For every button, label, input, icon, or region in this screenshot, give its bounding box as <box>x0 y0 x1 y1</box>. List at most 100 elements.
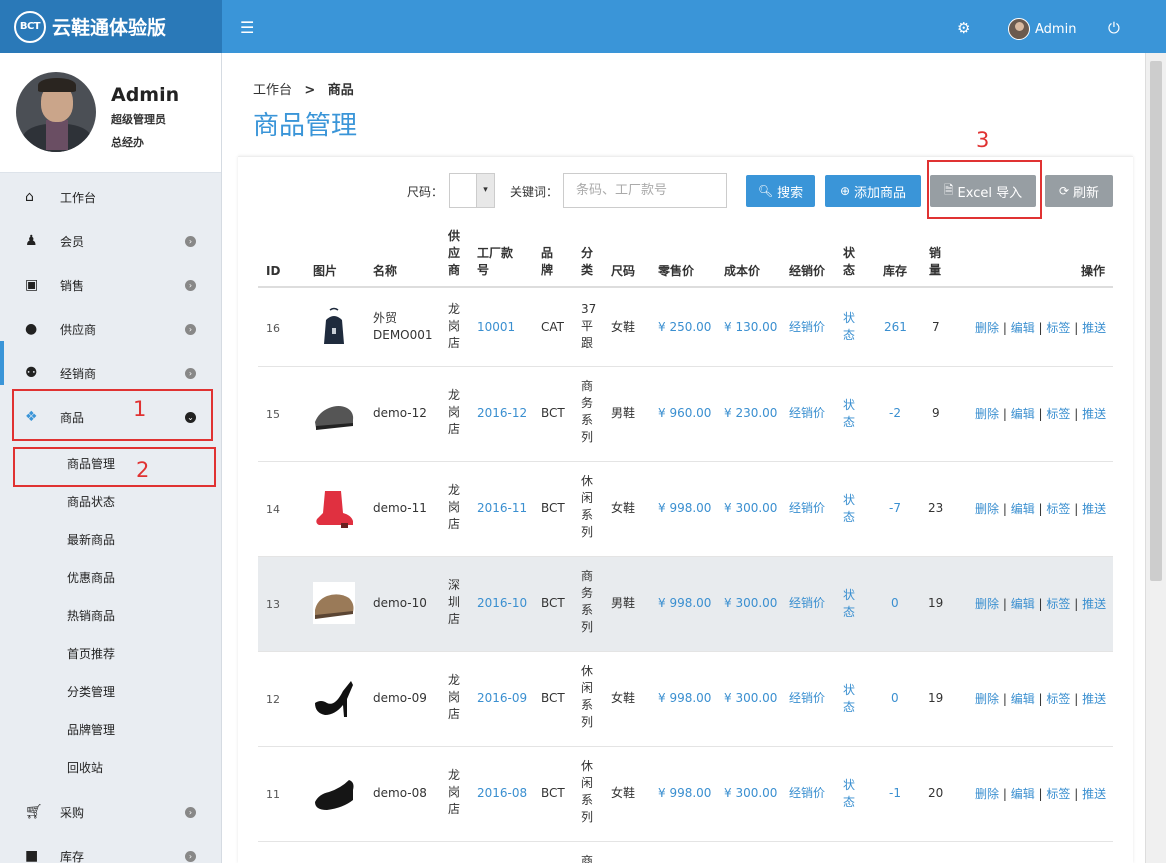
scrollbar-thumb[interactable] <box>1150 61 1162 581</box>
tag-link[interactable]: 标签 <box>1046 321 1070 335</box>
cell-dealer[interactable]: 经销价 <box>789 405 825 422</box>
delete-link[interactable]: 删除 <box>975 787 999 801</box>
tag-link[interactable]: 标签 <box>1046 597 1070 611</box>
row-actions: 删除 | 编辑 | 标签 | 推送 <box>975 321 1107 335</box>
top-user-name[interactable]: Admin <box>1035 22 1076 37</box>
cell-cost[interactable]: ¥ 230.00 <box>724 405 777 422</box>
cell-factory-no[interactable]: 2016-08 <box>477 785 527 802</box>
cell-retail[interactable]: ¥ 998.00 <box>658 785 711 802</box>
cell-stock[interactable]: -1 <box>889 785 901 802</box>
sidebar-item-dashboard[interactable]: ⌂ 工作台 <box>0 175 222 219</box>
keyword-input[interactable] <box>563 173 727 208</box>
sidebar-sub-discount-goods[interactable]: 优惠商品 <box>67 569 115 586</box>
delete-link[interactable]: 删除 <box>975 597 999 611</box>
push-link[interactable]: 推送 <box>1082 321 1106 335</box>
delete-link[interactable]: 删除 <box>975 321 999 335</box>
push-link[interactable]: 推送 <box>1082 597 1106 611</box>
sidebar-sub-goods-status[interactable]: 商品状态 <box>67 493 115 510</box>
cell-status[interactable]: 状态 <box>843 397 855 431</box>
cell-retail[interactable]: ¥ 250.00 <box>658 319 711 336</box>
annotation-box-3 <box>927 160 1042 219</box>
search-button[interactable]: 🔍︎ 搜索 <box>746 175 815 207</box>
breadcrumb-home[interactable]: 工作台 <box>253 83 292 98</box>
sidebar-item-sales[interactable]: ▣ 销售 › <box>0 263 222 307</box>
cell-status[interactable]: 状态 <box>843 587 855 621</box>
add-goods-button-label: 添加商品 <box>854 185 907 201</box>
edit-link[interactable]: 编辑 <box>1011 502 1035 516</box>
power-icon[interactable]: ⏻ <box>1108 19 1120 37</box>
cell-status[interactable]: 状态 <box>843 310 855 344</box>
push-link[interactable]: 推送 <box>1082 787 1106 801</box>
tag-link[interactable]: 标签 <box>1046 692 1070 706</box>
sidebar-sub-new-goods[interactable]: 最新商品 <box>67 531 115 548</box>
edit-link[interactable]: 编辑 <box>1011 692 1035 706</box>
delete-link[interactable]: 删除 <box>975 502 999 516</box>
cell-retail[interactable]: ¥ 998.00 <box>658 595 711 612</box>
cell-dealer[interactable]: 经销价 <box>789 319 825 336</box>
tag-link[interactable]: 标签 <box>1046 502 1070 516</box>
sidebar-item-supplier[interactable]: ● 供应商 › <box>0 307 222 351</box>
tag-link[interactable]: 标签 <box>1046 407 1070 421</box>
page-scrollbar[interactable] <box>1145 53 1166 863</box>
row-divider <box>258 841 1113 842</box>
edit-link[interactable]: 编辑 <box>1011 787 1035 801</box>
product-thumbnail[interactable] <box>313 582 355 624</box>
sidebar-sub-hot-goods[interactable]: 热销商品 <box>67 607 115 624</box>
row-actions: 删除 | 编辑 | 标签 | 推送 <box>975 407 1107 421</box>
cell-stock[interactable]: -2 <box>889 405 901 422</box>
cell-dealer[interactable]: 经销价 <box>789 785 825 802</box>
sidebar-item-stock[interactable]: ■ 库存 › <box>0 834 222 863</box>
cell-stock[interactable]: -7 <box>889 500 901 517</box>
sidebar-sub-recycle[interactable]: 回收站 <box>67 759 103 776</box>
cell-dealer[interactable]: 经销价 <box>789 500 825 517</box>
delete-link[interactable]: 删除 <box>975 692 999 706</box>
sidebar-sub-category[interactable]: 分类管理 <box>67 683 115 700</box>
sidebar-item-label: 工作台 <box>60 190 97 205</box>
cell-factory-no[interactable]: 10001 <box>477 319 515 336</box>
edit-link[interactable]: 编辑 <box>1011 321 1035 335</box>
app-logo[interactable]: BCT 云鞋通体验版 <box>0 0 222 53</box>
cell-status[interactable]: 状态 <box>843 682 855 716</box>
cell-stock[interactable]: 0 <box>891 690 899 707</box>
cell-retail[interactable]: ¥ 960.00 <box>658 405 711 422</box>
cell-stock[interactable]: 0 <box>891 595 899 612</box>
sidebar-item-purchase[interactable]: 🛒︎ 采购 › <box>0 790 222 834</box>
push-link[interactable]: 推送 <box>1082 407 1106 421</box>
cell-cost[interactable]: ¥ 300.00 <box>724 500 777 517</box>
cell-factory-no[interactable]: 2016-12 <box>477 405 527 422</box>
edit-link[interactable]: 编辑 <box>1011 407 1035 421</box>
cell-factory-no[interactable]: 2016-09 <box>477 690 527 707</box>
user-avatar[interactable] <box>1008 18 1030 40</box>
cell-factory-no[interactable]: 2016-10 <box>477 595 527 612</box>
sidebar-item-member[interactable]: ♟ 会员 › <box>0 219 222 263</box>
cell-retail[interactable]: ¥ 998.00 <box>658 690 711 707</box>
size-select[interactable]: ▾ <box>449 173 495 208</box>
sidebar-sub-brand[interactable]: 品牌管理 <box>67 721 115 738</box>
product-thumbnail[interactable] <box>313 306 355 348</box>
cell-cost[interactable]: ¥ 300.00 <box>724 595 777 612</box>
push-link[interactable]: 推送 <box>1082 692 1106 706</box>
cell-cost[interactable]: ¥ 300.00 <box>724 785 777 802</box>
cell-dealer[interactable]: 经销价 <box>789 690 825 707</box>
sidebar-sub-home-recommend[interactable]: 首页推荐 <box>67 645 115 662</box>
add-goods-button[interactable]: ⊕ 添加商品 <box>825 175 921 207</box>
cell-factory-no[interactable]: 2016-11 <box>477 500 527 517</box>
cell-status[interactable]: 状态 <box>843 492 855 526</box>
refresh-button[interactable]: ⟳ 刷新 <box>1045 175 1113 207</box>
cell-dealer[interactable]: 经销价 <box>789 595 825 612</box>
cell-cost[interactable]: ¥ 300.00 <box>724 690 777 707</box>
cell-cost[interactable]: ¥ 130.00 <box>724 319 777 336</box>
edit-link[interactable]: 编辑 <box>1011 597 1035 611</box>
product-thumbnail[interactable] <box>313 487 355 529</box>
cell-retail[interactable]: ¥ 998.00 <box>658 500 711 517</box>
hamburger-icon[interactable]: ☰ <box>240 18 254 37</box>
gear-icon[interactable]: ⚙ <box>957 19 970 37</box>
tag-link[interactable]: 标签 <box>1046 787 1070 801</box>
push-link[interactable]: 推送 <box>1082 502 1106 516</box>
cell-status[interactable]: 状态 <box>843 777 855 811</box>
product-thumbnail[interactable] <box>313 392 355 434</box>
cell-stock[interactable]: 261 <box>884 319 907 336</box>
delete-link[interactable]: 删除 <box>975 407 999 421</box>
product-thumbnail[interactable] <box>313 772 355 814</box>
product-thumbnail[interactable] <box>313 677 355 719</box>
